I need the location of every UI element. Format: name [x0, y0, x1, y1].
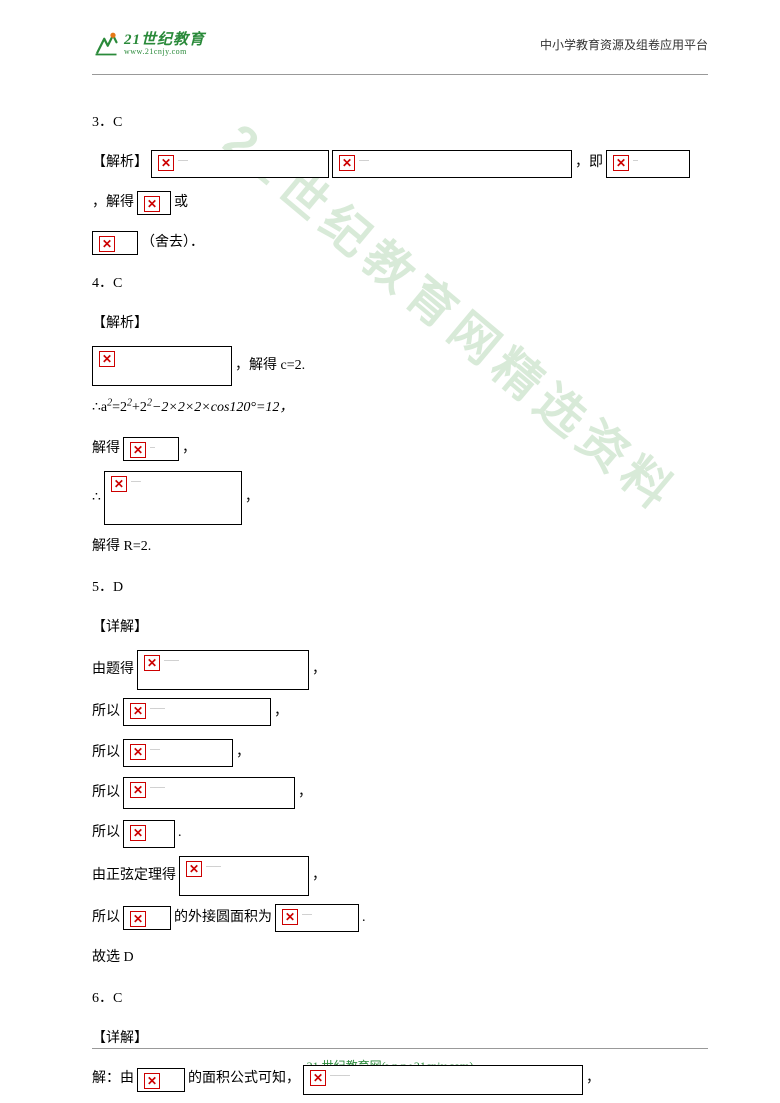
image-placeholder: ✕———— [303, 1065, 583, 1095]
header-subtitle: 中小学教育资源及组卷应用平台 [540, 36, 708, 53]
image-placeholder: ✕—— [275, 904, 359, 932]
image-placeholder: ✕——— [123, 698, 271, 726]
q3-number: 3．C [92, 105, 122, 141]
text: 由题得 [92, 652, 134, 688]
broken-image-icon: ✕ [282, 909, 298, 925]
image-placeholder: ✕— [606, 150, 690, 178]
logo-icon [92, 30, 120, 58]
image-placeholder: ✕——— [137, 650, 309, 690]
image-placeholder: ✕—— [151, 150, 329, 178]
text: 解：由 [92, 1061, 134, 1097]
brand-text: 21世纪教育 [124, 33, 205, 48]
q6-number: 6．C [92, 981, 122, 1017]
text: 所以 [92, 694, 120, 730]
broken-image-icon: ✕ [130, 825, 146, 841]
brand-url: www.21cnjy.com [124, 48, 205, 56]
text: ∴ [92, 480, 101, 516]
text: 所以 [92, 900, 120, 936]
image-placeholder: ✕—— [104, 471, 242, 525]
document-body: 3．C 【解析】 ✕—— ✕—— ，即 ✕— ，解得 ✕ 或 ✕ （舍去）． 4… [0, 75, 780, 1098]
text: 所以 [92, 815, 120, 851]
text: ， [245, 480, 259, 516]
image-placeholder: ✕—— [332, 150, 572, 178]
text: ， [312, 652, 326, 688]
logo: 21世纪教育 www.21cnjy.com [92, 30, 205, 58]
text: （舍去）． [141, 225, 204, 261]
broken-image-icon: ✕ [310, 1070, 326, 1086]
text: ，解得 c=2. [235, 348, 305, 384]
broken-image-icon: ✕ [144, 1073, 160, 1089]
image-placeholder: ✕ [123, 820, 175, 848]
analysis-label: 【解析】 [92, 306, 148, 342]
text: 由正弦定理得 [92, 858, 176, 894]
detail-label: 【详解】 [92, 1021, 148, 1057]
image-placeholder: ✕——— [123, 777, 295, 809]
broken-image-icon: ✕ [144, 196, 160, 212]
broken-image-icon: ✕ [144, 655, 160, 671]
text: ，即 [575, 145, 603, 181]
analysis-label: 【解析】 [92, 145, 148, 181]
detail-label: 【详解】 [92, 610, 148, 646]
text: 所以 [92, 775, 120, 811]
broken-image-icon: ✕ [613, 155, 629, 171]
q4-number: 4．C [92, 266, 122, 302]
text: . [178, 815, 182, 851]
image-placeholder: ✕ [137, 191, 171, 215]
broken-image-icon: ✕ [186, 861, 202, 877]
text: ，解得 [92, 185, 134, 221]
text: ， [586, 1061, 600, 1097]
text: 解得 [92, 431, 120, 467]
image-placeholder: ✕ [92, 346, 232, 386]
broken-image-icon: ✕ [130, 911, 146, 927]
text: ， [236, 735, 250, 771]
broken-image-icon: ✕ [130, 744, 146, 760]
text: ， [298, 775, 312, 811]
text: 或 [174, 185, 188, 221]
image-placeholder: ✕ [137, 1068, 185, 1092]
image-placeholder: ✕— [123, 437, 179, 461]
equation-text: ∴a2=22+22−2×2×2×cos120°=12， [92, 390, 293, 426]
broken-image-icon: ✕ [158, 155, 174, 171]
text: 的外接圆面积为 [174, 900, 272, 936]
image-placeholder: ✕ [123, 906, 171, 930]
text: ， [274, 694, 288, 730]
broken-image-icon: ✕ [99, 351, 115, 367]
text: . [362, 900, 366, 936]
broken-image-icon: ✕ [130, 442, 146, 458]
text: 所以 [92, 735, 120, 771]
broken-image-icon: ✕ [111, 476, 127, 492]
image-placeholder: ✕ [92, 231, 138, 255]
q5-number: 5．D [92, 570, 123, 606]
text: ， [312, 858, 326, 894]
text: 解得 R=2. [92, 529, 151, 565]
broken-image-icon: ✕ [99, 236, 115, 252]
broken-image-icon: ✕ [130, 703, 146, 719]
broken-image-icon: ✕ [130, 782, 146, 798]
text: 的面积公式可知， [188, 1061, 300, 1097]
text: 故选 D [92, 940, 134, 976]
image-placeholder: ✕——— [179, 856, 309, 896]
text: ， [182, 431, 196, 467]
broken-image-icon: ✕ [339, 155, 355, 171]
image-placeholder: ✕—— [123, 739, 233, 767]
